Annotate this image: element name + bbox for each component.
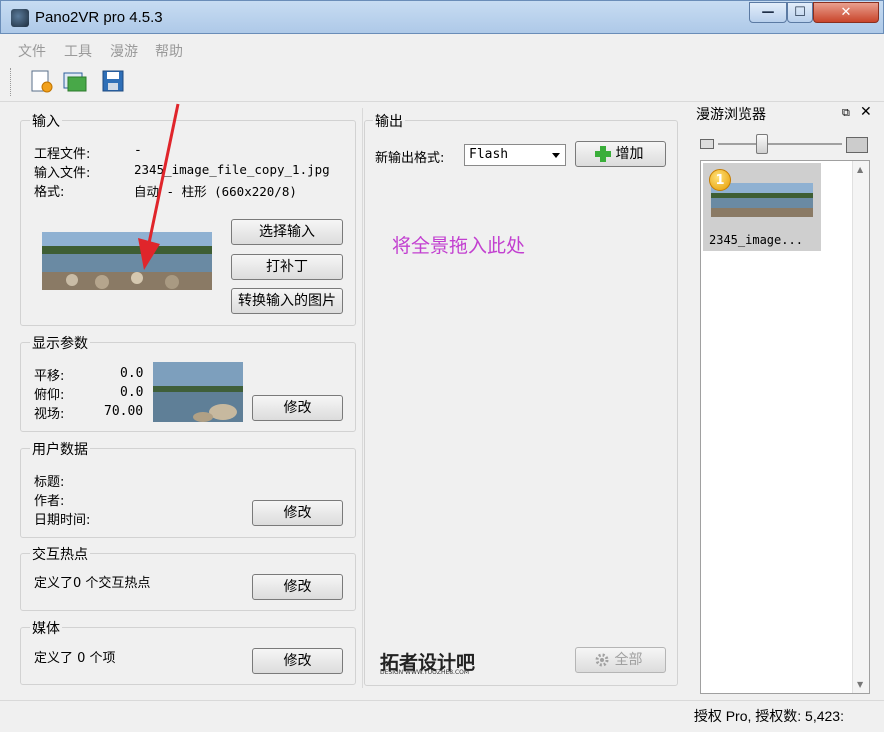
- input-file-label: 输入文件:: [34, 166, 91, 181]
- output-group-title: 输出: [373, 111, 405, 131]
- tilt-label: 俯仰:: [34, 388, 65, 403]
- license-status: 授权 Pro, 授权数: 5,423:: [693, 708, 844, 724]
- tour-browser-scrollbar[interactable]: ▲ ▼: [852, 161, 869, 693]
- zoom-slider-track[interactable]: [718, 143, 842, 145]
- userdata-group-title: 用户数据: [30, 439, 90, 459]
- toolbar: [0, 62, 884, 102]
- fov-label: 视场:: [34, 407, 65, 422]
- output-format-label: 新输出格式:: [375, 151, 445, 166]
- convert-input-button[interactable]: 转换输入的图片: [231, 288, 343, 314]
- tilt-value: 0.0: [120, 385, 144, 400]
- patch-button[interactable]: 打补丁: [231, 254, 343, 280]
- userdata-author-label: 作者:: [34, 494, 65, 509]
- add-output-button[interactable]: 增加: [575, 141, 666, 167]
- minimize-button[interactable]: —: [749, 2, 787, 23]
- display-modify-button[interactable]: 修改: [252, 395, 343, 421]
- menu-bar: 文件 工具 漫游 帮助: [0, 36, 884, 62]
- tour-browser-item[interactable]: 1 2345_image...: [703, 163, 821, 251]
- media-modify-button[interactable]: 修改: [252, 648, 343, 674]
- watermark-subtext: DESIGN WWW.TUOZHE8.COM: [380, 669, 470, 676]
- menu-tools[interactable]: 工具: [64, 41, 92, 61]
- build-all-button[interactable]: 全部: [575, 647, 666, 673]
- maximize-button[interactable]: ☐: [787, 2, 813, 23]
- float-panel-icon[interactable]: ⧉: [842, 106, 850, 120]
- pan-value: 0.0: [120, 366, 144, 381]
- project-file-label: 工程文件:: [34, 147, 91, 162]
- output-format-select[interactable]: Flash: [464, 144, 566, 166]
- red-arrow-annotation: [138, 103, 180, 270]
- tour-browser-list: 1 2345_image... ▲ ▼: [700, 160, 870, 694]
- scroll-down-icon[interactable]: ▼: [857, 680, 863, 689]
- close-panel-icon[interactable]: ✕: [860, 104, 872, 120]
- hotspots-modify-button[interactable]: 修改: [252, 574, 343, 600]
- format-label: 格式:: [34, 185, 65, 200]
- title-bar: Pano2VR pro 4.5.3 — ☐ ✕: [0, 0, 884, 34]
- panel-divider[interactable]: [362, 108, 363, 688]
- tour-item-badge: 1: [709, 169, 731, 191]
- input-group-title: 输入: [30, 111, 62, 131]
- open-project-icon[interactable]: [62, 68, 88, 94]
- close-button[interactable]: ✕: [813, 2, 879, 23]
- zoom-in-icon[interactable]: [846, 137, 868, 153]
- hotspots-text: 定义了0 个交互热点: [34, 576, 151, 591]
- tour-browser-title: 漫游浏览器: [696, 107, 766, 123]
- output-group: [364, 120, 678, 686]
- menu-tour[interactable]: 漫游: [110, 41, 138, 61]
- output-format-value: Flash: [469, 147, 509, 162]
- userdata-datetime-label: 日期时间:: [34, 513, 91, 528]
- view-preview-image: [153, 362, 243, 422]
- save-icon[interactable]: [100, 68, 126, 94]
- build-all-label: 全部: [614, 652, 643, 668]
- select-input-button[interactable]: 选择输入: [231, 219, 343, 245]
- add-output-label: 增加: [615, 146, 644, 162]
- menu-help[interactable]: 帮助: [155, 41, 183, 61]
- gear-icon: [594, 652, 610, 668]
- media-text: 定义了 0 个项: [34, 651, 116, 666]
- scroll-up-icon[interactable]: ▲: [857, 165, 863, 174]
- window-title: Pano2VR pro 4.5.3: [35, 9, 163, 26]
- zoom-slider-handle[interactable]: [756, 134, 768, 154]
- userdata-title-label: 标题:: [34, 475, 65, 490]
- display-group-title: 显示参数: [30, 333, 90, 353]
- tour-item-label: 2345_image...: [709, 233, 803, 247]
- toolbar-handle[interactable]: [10, 68, 13, 96]
- chevron-down-icon: [552, 153, 560, 158]
- app-icon: [11, 9, 29, 27]
- plus-icon: [594, 145, 612, 163]
- new-project-icon[interactable]: [28, 68, 54, 94]
- watermark-logo: 拓者设计吧 DESIGN WWW.TUOZHE8.COM: [380, 648, 508, 678]
- fov-value: 70.00: [104, 404, 144, 419]
- pan-label: 平移:: [34, 369, 65, 384]
- zoom-out-icon[interactable]: [700, 139, 714, 149]
- hotspots-group-title: 交互热点: [30, 544, 90, 564]
- drop-panorama-hint: 将全景拖入此处: [392, 235, 526, 257]
- status-bar: 授权 Pro, 授权数: 5,423:: [0, 700, 884, 732]
- userdata-modify-button[interactable]: 修改: [252, 500, 343, 526]
- media-group-title: 媒体: [30, 618, 62, 638]
- menu-file[interactable]: 文件: [18, 41, 46, 61]
